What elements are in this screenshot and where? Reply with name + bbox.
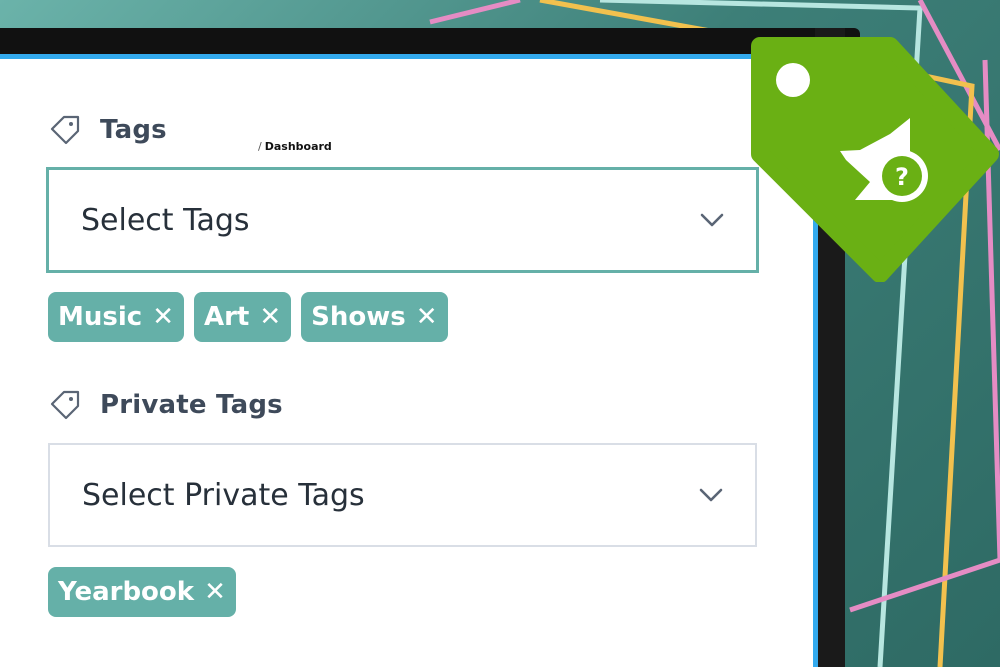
breadcrumb: / Dashboard [258,140,332,153]
chevron-down-icon[interactable] [697,486,725,504]
tag-chip-label: Art [203,302,250,332]
remove-tag-icon[interactable]: ✕ [152,302,174,332]
private-tags-chip-list: Yearbook ✕ [48,567,236,617]
tag-chip-shows: Shows ✕ [301,292,448,342]
tag-chip-music: Music ✕ [48,292,184,342]
tags-panel: Tags / Dashboard Select Tags Music ✕ Art … [0,54,818,667]
tag-chip-label: Music [58,302,143,332]
tags-select-placeholder: Select Tags [81,202,250,238]
tags-select[interactable]: Select Tags [46,167,759,273]
private-tags-section-header: Private Tags [48,388,283,422]
tags-section-header: Tags [48,113,167,147]
tag-question-badge-icon: ? [751,37,999,282]
remove-tag-icon[interactable]: ✕ [259,302,281,332]
tags-title: Tags [100,115,167,145]
tag-chip-label: Yearbook [58,577,195,607]
breadcrumb-separator: / [258,140,262,153]
svg-text:?: ? [895,163,909,191]
private-tags-select-placeholder: Select Private Tags [82,477,365,513]
tag-chip-label: Shows [311,302,406,332]
tag-chip-yearbook: Yearbook ✕ [48,567,236,617]
private-tags-title: Private Tags [100,390,283,420]
remove-tag-icon[interactable]: ✕ [416,302,438,332]
private-tags-select[interactable]: Select Private Tags [48,443,757,547]
chevron-down-icon[interactable] [698,211,726,229]
tag-outline-icon [50,115,80,145]
tags-chip-list: Music ✕ Art ✕ Shows ✕ [48,292,448,342]
tag-outline-icon [50,390,80,420]
device-bezel-top [0,28,860,54]
remove-tag-icon[interactable]: ✕ [204,577,226,607]
tag-chip-art: Art ✕ [193,292,292,342]
breadcrumb-dashboard-link[interactable]: Dashboard [265,140,332,153]
